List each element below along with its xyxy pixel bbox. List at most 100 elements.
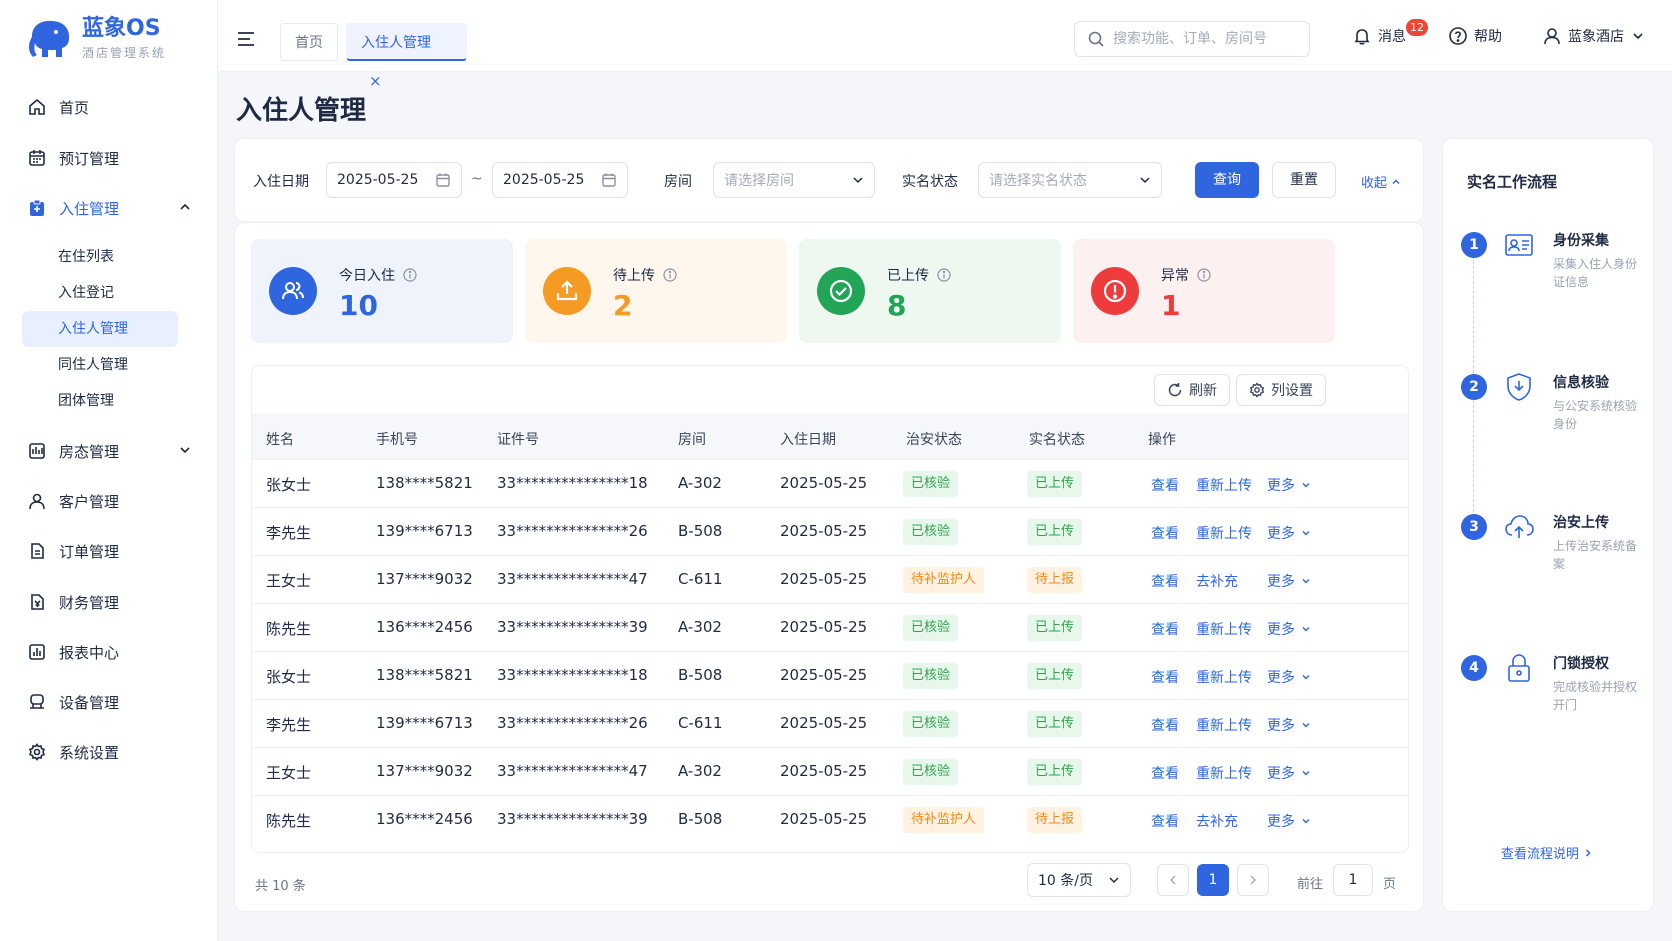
stat-label: 已上传 [887, 265, 951, 285]
sidebar-sub-item-group[interactable]: 团体管理 [22, 383, 178, 419]
messages-button[interactable]: 消息 [1352, 26, 1406, 46]
table-header: 姓名 手机号 证件号 房间 入住日期 治安状态 实名状态 操作 [252, 414, 1408, 460]
cell-checkin-date: 2025-05-25 [780, 570, 868, 588]
supplement-link[interactable]: 去补充 [1196, 811, 1238, 831]
view-link[interactable]: 查看 [1151, 475, 1179, 495]
cell-name: 李先生 [266, 716, 312, 734]
prev-page-button[interactable] [1157, 864, 1189, 896]
sidebar-item-label: 财务管理 [59, 593, 120, 612]
supplement-link[interactable]: 去补充 [1196, 571, 1238, 591]
more-dropdown[interactable]: 更多 [1267, 475, 1311, 495]
sidebar-sub-item-guest-manage[interactable]: 入住人管理 [22, 311, 178, 347]
home-icon [27, 97, 47, 117]
cell-phone: 138****5821 [376, 666, 473, 684]
info-icon[interactable] [403, 268, 417, 282]
view-link[interactable]: 查看 [1151, 523, 1179, 543]
menu-toggle-icon[interactable] [236, 30, 256, 48]
sidebar-item-room-status[interactable]: 房态管理 [22, 433, 200, 469]
more-dropdown[interactable]: 更多 [1267, 667, 1311, 687]
view-link[interactable]: 查看 [1151, 763, 1179, 783]
more-dropdown[interactable]: 更多 [1267, 619, 1311, 639]
workflow-card: 实名工作流程 1 身份采集 采集入住人身份证信息 2 信息核验 与公安系统核验身… [1442, 138, 1654, 912]
room-select[interactable]: 请选择房间 [713, 162, 875, 198]
report-icon [27, 642, 47, 662]
workflow-guide-link[interactable]: 查看流程说明 [1501, 843, 1593, 862]
step-number: 3 [1461, 514, 1487, 540]
sidebar-item-orders[interactable]: 订单管理 [22, 533, 200, 569]
search-box[interactable] [1074, 21, 1310, 57]
app-logo[interactable]: 蓝象OS 酒店管理系统 [26, 16, 166, 61]
view-link[interactable]: 查看 [1151, 715, 1179, 735]
reupload-link[interactable]: 重新上传 [1196, 763, 1252, 783]
table-row: 李先生 139****6713 33***************26 C-611 20… [252, 700, 1408, 748]
finance-icon [27, 592, 47, 612]
info-icon[interactable] [663, 268, 677, 282]
info-icon[interactable] [937, 268, 951, 282]
view-link[interactable]: 查看 [1151, 619, 1179, 639]
search-input[interactable] [1113, 31, 1303, 47]
next-page-button[interactable] [1237, 864, 1269, 896]
security-status-badge: 待补监护人 [903, 567, 985, 593]
column-settings-button[interactable]: 列设置 [1236, 374, 1326, 406]
reupload-link[interactable]: 重新上传 [1196, 475, 1252, 495]
stat-card-exception[interactable]: 异常 1 [1073, 239, 1335, 343]
stat-card-pending-upload[interactable]: 待上传 2 [525, 239, 787, 343]
sidebar-item-customer[interactable]: 客户管理 [22, 483, 200, 519]
stat-card-uploaded[interactable]: 已上传 8 [799, 239, 1061, 343]
sidebar-item-finance[interactable]: 财务管理 [22, 584, 200, 620]
sidebar-item-reports[interactable]: 报表中心 [22, 634, 200, 670]
tab-home[interactable]: 首页 [280, 23, 338, 61]
column-header: 入住日期 [780, 432, 836, 448]
sidebar-item-home[interactable]: 首页 [22, 89, 200, 125]
view-link[interactable]: 查看 [1151, 571, 1179, 591]
refresh-icon [1168, 383, 1182, 397]
page-number-button[interactable]: 1 [1197, 864, 1229, 896]
sidebar-item-devices[interactable]: 设备管理 [22, 684, 200, 720]
more-dropdown[interactable]: 更多 [1267, 523, 1311, 543]
tab-guest-manage[interactable]: 入住人管理 × [346, 23, 467, 90]
step-desc: 完成核验并授权开门 [1553, 680, 1638, 712]
more-dropdown[interactable]: 更多 [1267, 715, 1311, 735]
column-settings-label: 列设置 [1271, 383, 1313, 399]
sidebar-sub-item-cohabitant[interactable]: 同住人管理 [22, 347, 178, 383]
refresh-button[interactable]: 刷新 [1154, 374, 1230, 406]
sidebar-item-label: 订单管理 [59, 542, 120, 561]
security-status-badge: 已核验 [903, 519, 959, 545]
stat-card-today-checkin[interactable]: 今日入住 10 [251, 239, 513, 343]
reupload-link[interactable]: 重新上传 [1196, 715, 1252, 735]
cell-phone: 137****9032 [376, 762, 473, 780]
view-link[interactable]: 查看 [1151, 667, 1179, 687]
sidebar-item-settings[interactable]: 系统设置 [22, 734, 200, 770]
date-end-picker[interactable]: 2025-05-25 [492, 162, 628, 198]
collapse-label: 收起 [1361, 176, 1388, 191]
help-button[interactable]: 帮助 [1448, 26, 1502, 46]
page-suffix: 页 [1383, 877, 1397, 892]
close-icon[interactable]: × [369, 72, 382, 90]
user-menu[interactable]: 蓝象酒店 [1542, 26, 1650, 46]
more-dropdown[interactable]: 更多 [1267, 811, 1311, 831]
cell-id-number: 33***************47 [497, 762, 648, 780]
reupload-link[interactable]: 重新上传 [1196, 667, 1252, 687]
reupload-link[interactable]: 重新上传 [1196, 523, 1252, 543]
realname-status-select[interactable]: 请选择实名状态 [978, 162, 1162, 198]
sidebar-item-checkin[interactable]: 入住管理 [22, 190, 200, 226]
step-title: 治安上传 [1553, 515, 1609, 531]
date-end-value: 2025-05-25 [503, 172, 585, 188]
sidebar-sub-item-checkin-register[interactable]: 入住登记 [22, 275, 178, 311]
sidebar-item-booking[interactable]: 预订管理 [22, 140, 200, 176]
view-link[interactable]: 查看 [1151, 811, 1179, 831]
info-icon[interactable] [1197, 268, 1211, 282]
page-size-select[interactable]: 10 条/页 [1027, 863, 1131, 897]
date-start-picker[interactable]: 2025-05-25 [326, 162, 462, 198]
reupload-link[interactable]: 重新上传 [1196, 619, 1252, 639]
more-dropdown[interactable]: 更多 [1267, 571, 1311, 591]
sidebar-sub-item-in-house[interactable]: 在住列表 [22, 239, 178, 275]
cell-phone: 136****2456 [376, 618, 473, 636]
goto-page-input[interactable] [1333, 864, 1373, 896]
collapse-button[interactable]: 收起 [1361, 172, 1401, 191]
more-dropdown[interactable]: 更多 [1267, 763, 1311, 783]
reset-button[interactable]: 重置 [1272, 162, 1336, 198]
column-header: 手机号 [376, 432, 418, 448]
sidebar-item-label: 入住管理 [59, 199, 120, 218]
query-button[interactable]: 查询 [1195, 162, 1259, 198]
